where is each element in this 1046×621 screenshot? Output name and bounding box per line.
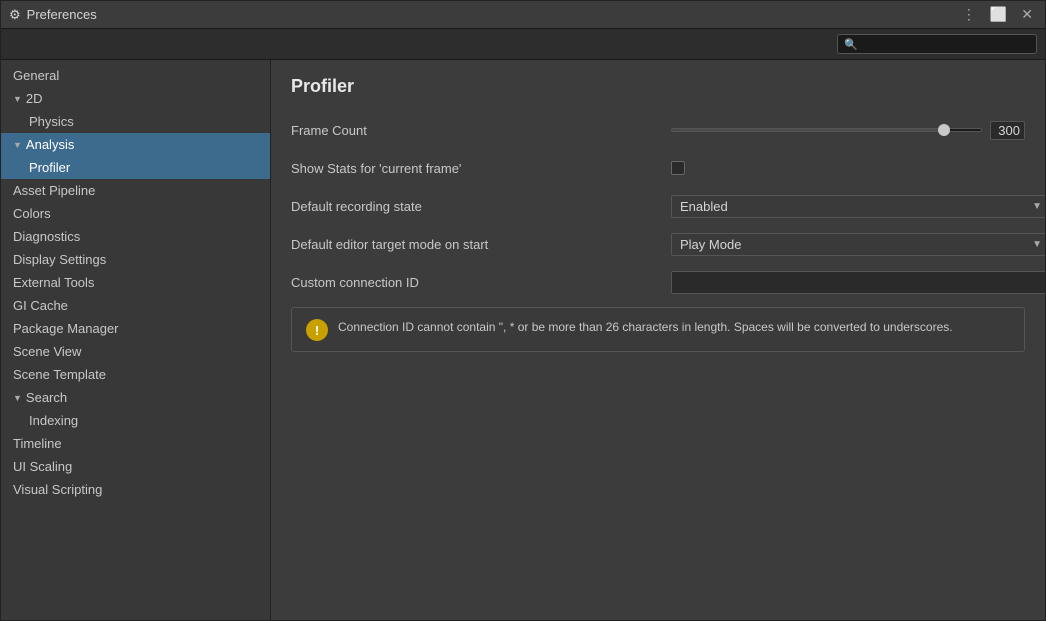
title-bar: ⚙ Preferences ⋮ ⬜ ✕ [1, 1, 1045, 29]
sidebar-item-label: Indexing [29, 413, 78, 428]
default-recording-label: Default recording state [291, 199, 671, 214]
sidebar-item-label: 2D [26, 91, 43, 106]
default-recording-dropdown[interactable]: Enabled ▼ [671, 195, 1045, 218]
show-stats-row: Show Stats for 'current frame' [291, 155, 1025, 181]
sidebar-item-package-manager[interactable]: Package Manager [1, 317, 270, 340]
sidebar-item-label: Physics [29, 114, 74, 129]
sidebar-item-label: Analysis [26, 137, 74, 152]
frame-count-label: Frame Count [291, 123, 671, 138]
frame-count-value: 300 [990, 121, 1025, 140]
sidebar-item-timeline[interactable]: Timeline [1, 432, 270, 455]
panel-title: Profiler [291, 76, 1025, 97]
sidebar-item-label: Search [26, 390, 67, 405]
sidebar-item-label: Profiler [29, 160, 70, 175]
sidebar-item-gi-cache[interactable]: GI Cache [1, 294, 270, 317]
warning-box: ! Connection ID cannot contain ", * or b… [291, 307, 1025, 352]
close-button[interactable]: ✕ [1017, 4, 1037, 25]
sidebar-item-label: External Tools [13, 275, 94, 290]
sidebar-item-colors[interactable]: Colors [1, 202, 270, 225]
search-bar: 🔍 [1, 29, 1045, 60]
sidebar-item-label: Timeline [13, 436, 62, 451]
sidebar-item-display-settings[interactable]: Display Settings [1, 248, 270, 271]
window-title: Preferences [27, 7, 97, 22]
sidebar-item-label: Display Settings [13, 252, 106, 267]
frame-count-slider[interactable] [671, 128, 982, 132]
search-input[interactable] [862, 37, 1030, 51]
sidebar-item-scene-view[interactable]: Scene View [1, 340, 270, 363]
custom-connection-id-control [671, 271, 1045, 294]
default-recording-row: Default recording state Enabled ▼ [291, 193, 1025, 219]
sidebar-item-label: General [13, 68, 59, 83]
sidebar-item-label: Visual Scripting [13, 482, 102, 497]
default-editor-target-control: Play Mode ▼ [671, 233, 1045, 256]
sidebar-item-indexing[interactable]: Indexing [1, 409, 270, 432]
triangle-icon [13, 393, 22, 403]
sidebar-item-label: GI Cache [13, 298, 68, 313]
dropdown-value: Play Mode [680, 237, 741, 252]
sidebar-item-label: Package Manager [13, 321, 119, 336]
sidebar-item-profiler[interactable]: Profiler [1, 156, 270, 179]
custom-connection-id-row: Custom connection ID [291, 269, 1025, 295]
sidebar-item-scene-template[interactable]: Scene Template [1, 363, 270, 386]
default-editor-target-row: Default editor target mode on start Play… [291, 231, 1025, 257]
main-content: General 2D Physics Analysis Profiler [1, 60, 1045, 620]
title-bar-right: ⋮ ⬜ ✕ [958, 4, 1037, 25]
sidebar-item-asset-pipeline[interactable]: Asset Pipeline [1, 179, 270, 202]
dropdown-value: Enabled [680, 199, 728, 214]
sidebar-item-2d[interactable]: 2D [1, 87, 270, 110]
triangle-icon [13, 94, 22, 104]
sidebar-item-label: Scene Template [13, 367, 106, 382]
sidebar-item-analysis[interactable]: Analysis [1, 133, 270, 156]
sidebar-item-general[interactable]: General [1, 64, 270, 87]
sidebar-item-diagnostics[interactable]: Diagnostics [1, 225, 270, 248]
sidebar-item-label: Colors [13, 206, 51, 221]
frame-count-control: 300 [671, 121, 1025, 140]
warning-text: Connection ID cannot contain ", * or be … [338, 318, 953, 336]
warning-icon: ! [306, 319, 328, 341]
sidebar-item-ui-scaling[interactable]: UI Scaling [1, 455, 270, 478]
chevron-down-icon: ▼ [1032, 239, 1042, 250]
gear-icon: ⚙ [9, 7, 21, 23]
default-editor-target-dropdown[interactable]: Play Mode ▼ [671, 233, 1045, 256]
title-bar-left: ⚙ Preferences [9, 7, 97, 23]
sidebar-item-search[interactable]: Search [1, 386, 270, 409]
restore-button[interactable]: ⬜ [986, 4, 1011, 25]
default-editor-target-label: Default editor target mode on start [291, 237, 671, 252]
more-button[interactable]: ⋮ [958, 4, 980, 25]
chevron-down-icon: ▼ [1032, 201, 1042, 212]
show-stats-checkbox[interactable] [671, 161, 685, 175]
sidebar-item-physics[interactable]: Physics [1, 110, 270, 133]
slider-wrap: 300 [671, 121, 1025, 140]
frame-count-row: Frame Count 300 [291, 117, 1025, 143]
sidebar-item-label: UI Scaling [13, 459, 72, 474]
search-input-wrap: 🔍 [837, 34, 1037, 54]
sidebar-item-label: Scene View [13, 344, 81, 359]
right-panel: Profiler Frame Count 300 Show Stats for [271, 60, 1045, 620]
sidebar: General 2D Physics Analysis Profiler [1, 60, 271, 620]
search-icon: 🔍 [844, 38, 858, 51]
sidebar-item-label: Asset Pipeline [13, 183, 95, 198]
sidebar-item-label: Diagnostics [13, 229, 80, 244]
custom-connection-id-label: Custom connection ID [291, 275, 671, 290]
preferences-window: ⚙ Preferences ⋮ ⬜ ✕ 🔍 General 2D [0, 0, 1046, 621]
default-recording-control: Enabled ▼ [671, 195, 1045, 218]
sidebar-item-visual-scripting[interactable]: Visual Scripting [1, 478, 270, 501]
custom-connection-id-input[interactable] [671, 271, 1045, 294]
show-stats-control [671, 161, 1025, 175]
show-stats-label: Show Stats for 'current frame' [291, 161, 671, 176]
triangle-icon [13, 140, 22, 150]
sidebar-item-external-tools[interactable]: External Tools [1, 271, 270, 294]
